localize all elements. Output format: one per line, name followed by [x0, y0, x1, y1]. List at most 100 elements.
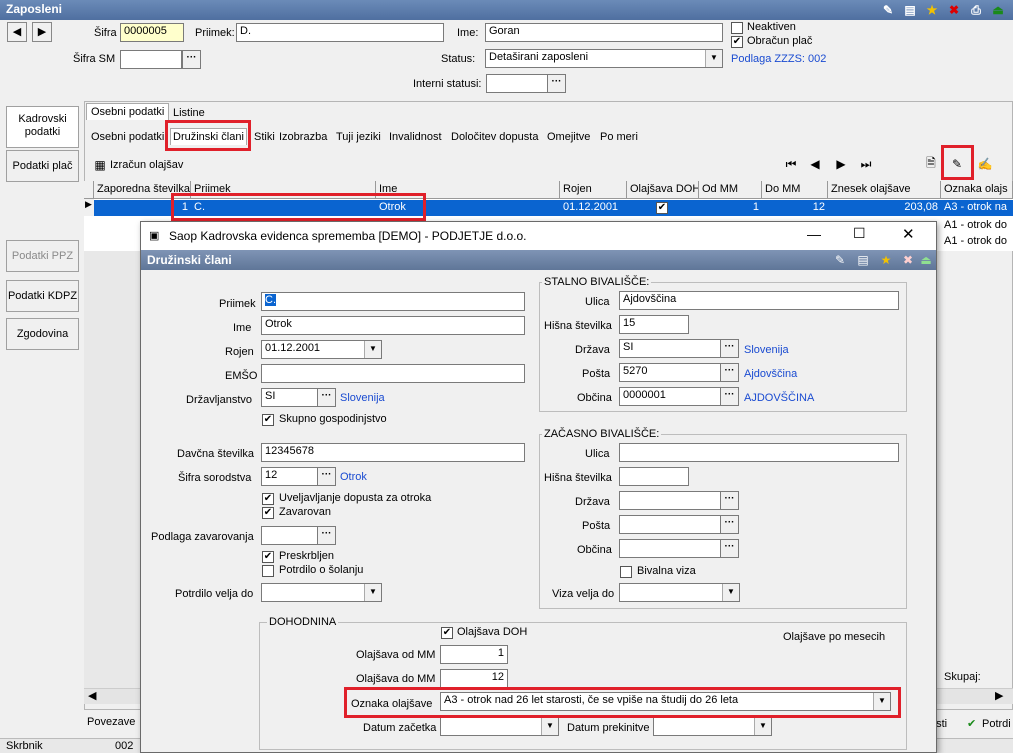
drzava2-lookup-button[interactable]: ··· — [720, 491, 739, 510]
grid-col-priimek[interactable]: Priimek — [191, 181, 376, 199]
tab-listine[interactable]: Listine — [171, 105, 207, 121]
potrdilo-velja-field[interactable]: ▼ — [261, 583, 382, 602]
prev-icon[interactable]: ◀ — [806, 156, 824, 172]
edit-icon[interactable]: ✎ — [831, 252, 849, 268]
potrdi-button[interactable]: Potrdi — [982, 718, 1011, 730]
chevron-down-icon[interactable]: ▼ — [873, 693, 890, 710]
status-select[interactable]: Detaširani zaposleni ▼ — [485, 49, 723, 68]
first-record-icon[interactable]: ⏮ — [782, 156, 800, 172]
datum-zacetka-field[interactable]: ▼ — [440, 717, 559, 736]
skupno-checkbox[interactable]: ✔ — [262, 414, 274, 426]
subtab-po-meri[interactable]: Po meri — [598, 129, 640, 145]
chevron-down-icon[interactable]: ▼ — [364, 584, 381, 601]
drzava2-field[interactable] — [619, 491, 722, 510]
izracun-olajsav-button[interactable]: Izračun olajšav — [110, 159, 183, 171]
close-icon[interactable]: ✕ — [902, 225, 915, 243]
povezave-label[interactable]: Povezave — [87, 716, 135, 728]
subtab-osebni-podatki[interactable]: Osebni podatki — [89, 129, 166, 145]
zavarovan-checkbox[interactable]: ✔ — [262, 507, 274, 519]
ime-field[interactable]: Otrok — [261, 316, 525, 335]
last-record-icon[interactable]: ⏭ — [857, 156, 875, 172]
olajsava-od-field[interactable]: 1 — [440, 645, 508, 664]
priimek-field[interactable]: C. — [261, 292, 525, 311]
grid-col-znesek[interactable]: Znesek olajšave — [828, 181, 941, 199]
ulica-field[interactable]: Ajdovščina — [619, 291, 899, 310]
new-record-icon[interactable]: 🗎 — [922, 156, 940, 172]
hisna-field[interactable]: 15 — [619, 315, 689, 334]
sorodstvo-field[interactable]: 12 — [261, 467, 318, 486]
potrdilo-solanju-checkbox[interactable] — [262, 565, 274, 577]
next-icon[interactable]: ▶ — [832, 156, 850, 172]
podlaga-lookup-button[interactable]: ··· — [317, 526, 336, 545]
rojen-field[interactable]: 01.12.2001 ▼ — [261, 340, 382, 359]
grid-col-oznaka[interactable]: Oznaka olajs — [941, 181, 1013, 199]
grid-col-od-mm[interactable]: Od MM — [699, 181, 762, 199]
subtab-invalidnost[interactable]: Invalidnost — [387, 129, 444, 145]
podlaga-zzzs-link[interactable]: Podlaga ZZZS: 002 — [731, 53, 826, 65]
sidebar-item-zgodovina[interactable]: Zgodovina — [6, 318, 79, 350]
ime-field[interactable]: Goran — [485, 23, 723, 42]
sidebar-item-podatki-plac[interactable]: Podatki plač — [6, 150, 79, 182]
sifra-sm-lookup-button[interactable]: ··· — [182, 50, 201, 69]
posta2-lookup-button[interactable]: ··· — [720, 515, 739, 534]
priimek-field[interactable]: D. — [236, 23, 444, 42]
chevron-down-icon[interactable]: ▼ — [705, 50, 722, 67]
posta-field[interactable]: 5270 — [619, 363, 722, 382]
list-icon[interactable]: ▤ — [901, 2, 919, 18]
grid-col-rojen[interactable]: Rojen — [560, 181, 627, 199]
prev-record-button[interactable]: ◀ — [7, 22, 27, 42]
chevron-down-icon[interactable]: ▼ — [541, 718, 558, 735]
ulica2-field[interactable] — [619, 443, 899, 462]
obcina-lookup-button[interactable]: ··· — [720, 387, 739, 406]
grid-col-zaporedna[interactable]: Zaporedna številka — [94, 181, 191, 199]
list-icon[interactable]: ▤ — [854, 252, 872, 268]
preskrbljen-checkbox[interactable]: ✔ — [262, 551, 274, 563]
drzavljanstvo-lookup-button[interactable]: ··· — [317, 388, 336, 407]
scroll-right-icon[interactable]: ▶ — [995, 689, 1003, 702]
davcna-field[interactable]: 12345678 — [261, 443, 525, 462]
edit-list-icon[interactable]: ✍ — [976, 156, 994, 172]
scroll-left-icon[interactable]: ◀ — [88, 689, 96, 702]
interni-statusi-lookup-button[interactable]: ··· — [547, 74, 566, 93]
drzavljanstvo-link[interactable]: Slovenija — [340, 392, 385, 404]
sifra-sm-field[interactable] — [120, 50, 182, 69]
subtab-druzinski-clani[interactable]: Družinski člani — [170, 128, 247, 145]
subtab-omejitve[interactable]: Omejitve — [545, 129, 592, 145]
bivalna-viza-checkbox[interactable] — [620, 566, 632, 578]
viza-velja-field[interactable]: ▼ — [619, 583, 740, 602]
star-icon[interactable]: ★ — [923, 2, 941, 18]
chevron-down-icon[interactable]: ▼ — [722, 584, 739, 601]
drzava-lookup-button[interactable]: ··· — [720, 339, 739, 358]
sidebar-item-podatki-kdpz[interactable]: Podatki KDPZ — [6, 280, 79, 312]
star-icon[interactable]: ★ — [877, 252, 895, 268]
olajsava-do-field[interactable]: 12 — [440, 669, 508, 688]
chevron-down-icon[interactable]: ▼ — [754, 718, 771, 735]
next-record-button[interactable]: ▶ — [32, 22, 52, 42]
subtab-dolocitev-dopusta[interactable]: Določitev dopusta — [449, 129, 540, 145]
obcina2-lookup-button[interactable]: ··· — [720, 539, 739, 558]
olajsava-doh-checkbox[interactable]: ✔ — [441, 627, 453, 639]
edit-icon[interactable]: ✎ — [879, 2, 897, 18]
neaktiven-checkbox[interactable] — [731, 22, 743, 34]
grid-col-ime[interactable]: Ime — [376, 181, 560, 199]
subtab-tuji-jeziki[interactable]: Tuji jeziki — [334, 129, 383, 145]
exit-icon[interactable]: ⏏ — [989, 2, 1007, 18]
drzava-link[interactable]: Slovenija — [744, 344, 789, 356]
chevron-down-icon[interactable]: ▼ — [364, 341, 381, 358]
minimize-icon[interactable]: — — [807, 226, 821, 242]
emso-field[interactable] — [261, 364, 525, 383]
obcina-link[interactable]: AJDOVŠČINA — [744, 392, 814, 404]
subtab-izobrazba[interactable]: Izobrazba — [277, 129, 329, 145]
posta-link[interactable]: Ajdovščina — [744, 368, 797, 380]
obcina2-field[interactable] — [619, 539, 722, 558]
sidebar-item-podatki-ppz[interactable]: Podatki PPZ — [6, 240, 79, 272]
podlaga-field[interactable] — [261, 526, 318, 545]
sorodstvo-lookup-button[interactable]: ··· — [317, 467, 336, 486]
delete-icon[interactable]: ✖ — [945, 2, 963, 18]
delete-icon[interactable]: ✖ — [899, 252, 917, 268]
obcina-field[interactable]: 0000001 — [619, 387, 722, 406]
drzava-field[interactable]: SI — [619, 339, 722, 358]
edit-record-icon[interactable]: ✎ — [948, 156, 966, 172]
exit-icon[interactable]: ⏏ — [917, 252, 935, 268]
subtab-stiki[interactable]: Stiki — [252, 129, 277, 145]
